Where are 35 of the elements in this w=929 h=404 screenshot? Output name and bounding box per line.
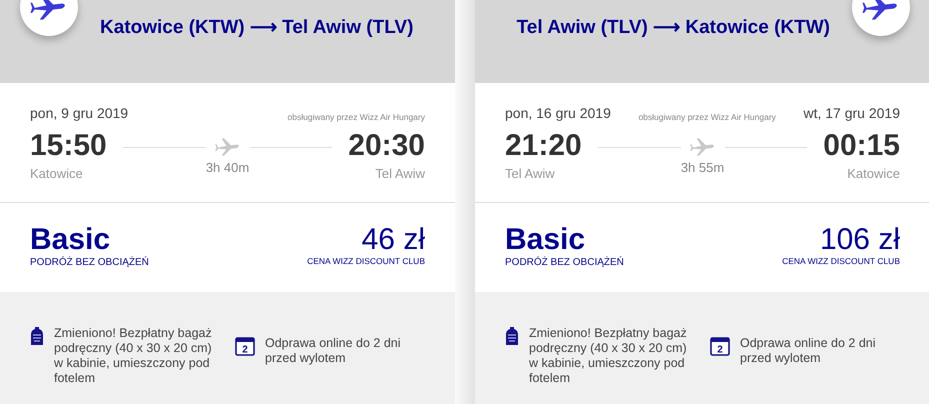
origin-city: Tel Awiw bbox=[505, 165, 556, 183]
destination-city: Tel Awiw bbox=[374, 165, 425, 183]
price-text: 46 zł bbox=[360, 225, 425, 255]
destination-city: Katowice bbox=[846, 165, 900, 183]
operator-text: obsługiwany przez Wizz Air Hungary bbox=[638, 111, 776, 124]
price-text: 106 zł bbox=[818, 225, 900, 255]
arrival-date: wt, 17 gru 2019 bbox=[803, 104, 900, 123]
airplane-icon bbox=[214, 136, 242, 158]
departure-time: 21:20 bbox=[505, 128, 582, 164]
origin-city: Katowice bbox=[30, 165, 84, 183]
fare-name: Basic bbox=[30, 225, 112, 255]
arrival-time: 00:15 bbox=[823, 128, 900, 164]
feature-text: Zmieniono! Bezpłatny bagaż podręczny (40 x 30 x 20 cm) w kabinie, umieszczony pod fotelem bbox=[54, 326, 213, 386]
route-title: Katowice (KTW) ⟶ Tel Awiw (TLV) bbox=[100, 16, 414, 40]
flight-duration: 3h 55m bbox=[680, 159, 724, 177]
airplane-icon bbox=[688, 136, 716, 158]
calendar-icon: 2 bbox=[710, 336, 730, 356]
fare-subtitle: PODRÓŻ BEZ OBCIĄŻEŃ bbox=[505, 255, 624, 270]
backpack-icon bbox=[505, 326, 519, 346]
feature-text: Odprawa online do 2 dni przed wylotem bbox=[740, 336, 877, 366]
fare-subtitle: PODRÓŻ BEZ OBCIĄŻEŃ bbox=[30, 255, 149, 270]
departure-date: pon, 9 gru 2019 bbox=[30, 104, 128, 123]
price-note: CENA WIZZ DISCOUNT CLUB bbox=[782, 255, 900, 268]
departure-time: 15:50 bbox=[30, 128, 107, 164]
operator-text: obsługiwany przez Wizz Air Hungary bbox=[288, 111, 425, 124]
feature-text: Odprawa online do 2 dni przed wylotem bbox=[265, 336, 402, 366]
feature-text: Zmieniono! Bezpłatny bagaż podręczny (40 x 30 x 20 cm) w kabinie, umieszczony pod fotelem bbox=[529, 326, 688, 386]
calendar-icon: 2 bbox=[235, 336, 255, 356]
fare-name: Basic bbox=[505, 225, 586, 255]
flight-duration: 3h 40m bbox=[206, 159, 250, 177]
price-note: CENA WIZZ DISCOUNT CLUB bbox=[307, 255, 425, 268]
route-title: Tel Awiw (TLV) ⟶ Katowice (KTW) bbox=[516, 16, 830, 40]
backpack-icon bbox=[30, 326, 44, 346]
arrival-time: 20:30 bbox=[348, 128, 425, 164]
departure-date: pon, 16 gru 2019 bbox=[505, 104, 611, 123]
